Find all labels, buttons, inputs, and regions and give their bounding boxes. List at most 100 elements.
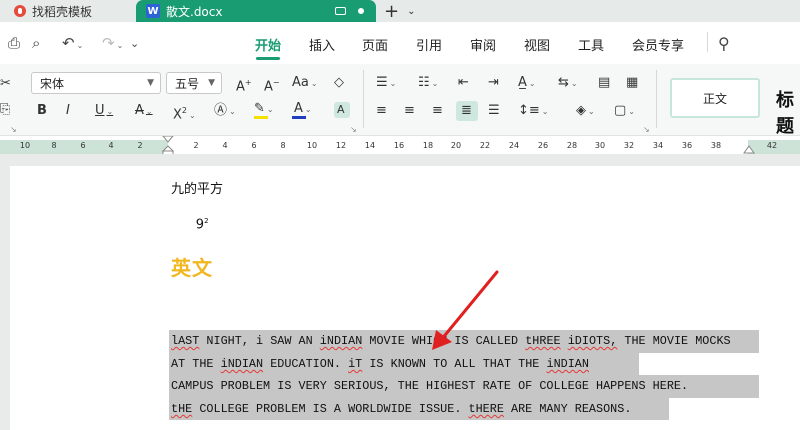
align-center-icon[interactable]: ≡ xyxy=(404,103,415,119)
chinese-layout-icon[interactable]: A̲ ⌄ xyxy=(518,75,536,92)
text-direction-icon[interactable]: ⇆ ⌄ xyxy=(558,75,578,92)
menu-page[interactable]: 页面 xyxy=(362,35,388,54)
document-canvas: 九的平方 92 英文 lAST NIGHT, i SAW AN iNDIAN M… xyxy=(0,154,800,430)
menu-membership[interactable]: 会员专享 xyxy=(632,35,684,54)
ruler-tick: 30 xyxy=(594,141,606,150)
ruler-tick: 2 xyxy=(137,141,143,150)
clear-format-icon[interactable]: ◇ xyxy=(334,75,344,91)
text-effect-icon[interactable]: Ⓐ ⌄ xyxy=(214,103,236,120)
ruler-tick: 22 xyxy=(479,141,491,150)
font-name-value: 宋体 xyxy=(40,76,65,91)
bullet-list-icon[interactable]: ☰ ⌄ xyxy=(376,75,396,92)
underline-icon[interactable]: U ⌄ xyxy=(95,103,113,120)
ruler-tick: 18 xyxy=(422,141,434,150)
word-doc-icon: W xyxy=(146,4,160,18)
ruler-tick: 6 xyxy=(80,141,86,150)
ruler-tick: 4 xyxy=(222,141,228,150)
tab-document[interactable]: W 散文.docx xyxy=(136,0,376,22)
print-icon[interactable]: ⎙ xyxy=(8,34,20,52)
strikethrough-icon[interactable]: A ⌄ xyxy=(135,103,153,120)
screen-icon[interactable] xyxy=(335,7,346,15)
redo-icon[interactable]: ↷ ⌄ xyxy=(102,34,123,52)
ruler-tick: 32 xyxy=(623,141,635,150)
ruler-tick: 10 xyxy=(19,141,31,150)
menu-divider xyxy=(707,32,708,52)
tab-list-chevron-icon[interactable]: ⌄ xyxy=(407,6,415,17)
align-right-icon[interactable]: ≡ xyxy=(432,103,443,119)
style-normal-label: 正文 xyxy=(702,91,727,106)
ruler-tick: 38 xyxy=(710,141,722,150)
table-grid-icon[interactable]: ▦ xyxy=(626,75,638,91)
menu-review[interactable]: 审阅 xyxy=(470,35,496,54)
justify-icon: ≣ xyxy=(461,103,472,118)
change-case-icon[interactable]: Aa ⌄ xyxy=(292,75,318,92)
menu-home[interactable]: 开始 xyxy=(255,35,281,54)
more-chevron-icon[interactable]: ⌄ xyxy=(130,37,139,50)
unsaved-dot-icon xyxy=(358,8,364,14)
horizontal-ruler[interactable]: 10 8 6 4 2 2 4 6 8 10 12 14 16 18 20 22 … xyxy=(0,136,800,158)
menu-tools[interactable]: 工具 xyxy=(578,35,604,54)
shrink-font-icon[interactable]: A− xyxy=(264,75,280,95)
style-normal[interactable]: 正文 xyxy=(670,78,760,118)
ruler-tick: 20 xyxy=(450,141,462,150)
ruler-tick: 24 xyxy=(508,141,520,150)
align-left-icon[interactable]: ≡ xyxy=(376,103,387,119)
font-name-select[interactable]: 宋体 ▼ xyxy=(31,72,161,94)
ruler-tick: 14 xyxy=(364,141,376,150)
distributed-icon[interactable]: ☰ xyxy=(488,103,500,119)
ruler-tick: 6 xyxy=(251,141,257,150)
increase-indent-icon[interactable]: ⇥ xyxy=(488,75,499,91)
bold-icon[interactable]: B xyxy=(37,103,47,119)
chevron-down-icon: ▼ xyxy=(208,78,215,88)
ruler-tick: 26 xyxy=(537,141,549,150)
shading-icon[interactable]: ◈ ⌄ xyxy=(576,103,595,120)
highlight-color-swatch xyxy=(254,116,268,119)
cut-icon[interactable]: ✂ xyxy=(0,76,11,92)
print-preview-icon[interactable]: ⌕ xyxy=(32,34,40,52)
ruler-tick: 28 xyxy=(566,141,578,150)
grow-font-icon[interactable]: A+ xyxy=(236,75,252,95)
style-heading[interactable]: 标题 xyxy=(776,86,800,138)
menu-insert[interactable]: 插入 xyxy=(309,35,335,54)
format-painter-icon[interactable]: ⎘ xyxy=(0,102,10,118)
chevron-down-icon: ▼ xyxy=(147,78,154,88)
ribbon-divider xyxy=(363,70,364,128)
annotation-arrow-icon xyxy=(432,270,499,350)
ruler-tick: 36 xyxy=(681,141,693,150)
tab-bar: 找稻壳模板 W 散文.docx + ⌄ xyxy=(0,0,800,22)
menu-view[interactable]: 视图 xyxy=(524,35,550,54)
dialog-launcher-icon[interactable]: ↘ xyxy=(10,122,17,138)
ribbon-divider xyxy=(656,70,657,128)
search-icon[interactable]: ⚲ xyxy=(718,34,730,53)
tab-template-store-label: 找稻壳模板 xyxy=(32,4,93,19)
ruler-tick: 4 xyxy=(108,141,114,150)
undo-icon[interactable]: ↶ ⌄ xyxy=(62,34,83,52)
numbered-list-icon[interactable]: ☷ ⌄ xyxy=(418,75,438,92)
font-dialog-launcher-icon[interactable]: ↘ xyxy=(350,122,357,138)
tab-template-store[interactable]: 找稻壳模板 xyxy=(0,0,132,22)
ruler-tick: 42 xyxy=(766,141,778,150)
font-size-value: 五号 xyxy=(175,76,200,91)
docer-logo-icon xyxy=(14,5,26,17)
menu-bar: ⎙ ⌕ ↶ ⌄ ↷ ⌄ ⌄ 开始 插入 页面 引用 审阅 视图 工具 会员专享 ⚲ xyxy=(0,22,800,64)
new-tab-plus-icon[interactable]: + xyxy=(384,1,399,22)
line-spacing-icon[interactable]: ↕≡ ⌄ xyxy=(518,103,549,120)
ruler-tick: 12 xyxy=(335,141,347,150)
char-shading-icon: A xyxy=(337,103,345,116)
font-color-swatch xyxy=(292,116,306,119)
font-size-select[interactable]: 五号 ▼ xyxy=(166,72,222,94)
active-menu-indicator xyxy=(256,57,280,60)
ruler-tick: 10 xyxy=(306,141,318,150)
ruler-tick: 8 xyxy=(51,141,57,150)
ruler-tick: 8 xyxy=(280,141,286,150)
decrease-indent-icon[interactable]: ⇤ xyxy=(458,75,469,91)
superscript-icon[interactable]: X2⌄ xyxy=(173,103,196,124)
tab-document-label: 散文.docx xyxy=(166,4,223,19)
menu-references[interactable]: 引用 xyxy=(416,35,442,54)
show-marks-icon[interactable]: ▤ xyxy=(598,75,610,91)
border-icon[interactable]: ▢ ⌄ xyxy=(614,103,635,120)
paragraph-dialog-launcher-icon[interactable]: ↘ xyxy=(643,122,650,138)
ruler-tick: 16 xyxy=(393,141,405,150)
ruler-tick: 2 xyxy=(193,141,199,150)
italic-icon[interactable]: I xyxy=(66,103,70,119)
